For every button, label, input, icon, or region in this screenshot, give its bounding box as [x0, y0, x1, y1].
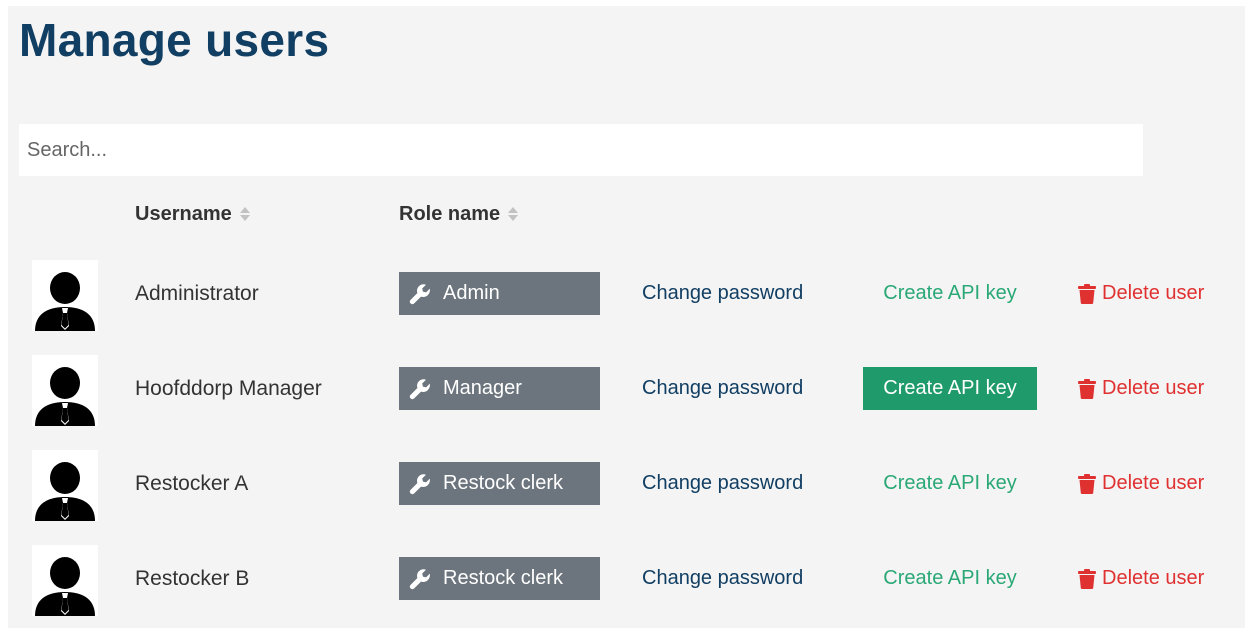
page-title: Manage users — [19, 14, 330, 66]
change-password-link[interactable]: Change password — [642, 462, 803, 505]
delete-user-label: Delete user — [1102, 282, 1205, 304]
role-badge: Admin — [399, 272, 600, 315]
role-name: Restock clerk — [443, 472, 564, 494]
delete-user-label: Delete user — [1102, 377, 1205, 399]
create-api-key-button[interactable]: Create API key — [863, 272, 1037, 315]
change-password-link[interactable]: Change password — [642, 557, 803, 600]
delete-user-button[interactable]: Delete user — [1078, 557, 1204, 600]
role-badge: Restock clerk — [399, 557, 600, 600]
role-name: Manager — [443, 377, 522, 399]
wrench-icon — [409, 378, 431, 400]
user-avatar-icon — [32, 545, 98, 616]
role-name: Admin — [443, 282, 500, 304]
column-header-role-label: Role name — [399, 203, 501, 225]
wrench-icon — [409, 283, 431, 305]
user-avatar-icon — [32, 260, 98, 331]
table-row: Administrator Admin Change password Crea… — [0, 260, 1245, 336]
role-name: Restock clerk — [443, 567, 564, 589]
username: Hoofddorp Manager — [135, 377, 322, 400]
role-badge: Restock clerk — [399, 462, 600, 505]
table-row: Hoofddorp Manager Manager Change passwor… — [0, 355, 1245, 431]
table-row: Restocker B Restock clerk Change passwor… — [0, 545, 1245, 621]
user-avatar-icon — [32, 450, 98, 521]
trash-icon — [1078, 283, 1096, 304]
delete-user-button[interactable]: Delete user — [1078, 272, 1204, 315]
column-header-role[interactable]: Role name — [399, 200, 519, 228]
create-api-key-button[interactable]: Create API key — [863, 557, 1037, 600]
trash-icon — [1078, 473, 1096, 494]
username: Restocker B — [135, 567, 250, 590]
username: Restocker A — [135, 472, 249, 495]
column-header-username[interactable]: Username — [135, 200, 250, 228]
role-badge: Manager — [399, 367, 600, 410]
sort-icon[interactable] — [508, 206, 519, 222]
trash-icon — [1078, 378, 1096, 399]
column-header-username-label: Username — [135, 203, 232, 225]
username: Administrator — [135, 282, 259, 305]
change-password-link[interactable]: Change password — [642, 272, 803, 315]
delete-user-label: Delete user — [1102, 567, 1205, 589]
delete-user-button[interactable]: Delete user — [1078, 367, 1204, 410]
table-row: Restocker A Restock clerk Change passwor… — [0, 450, 1245, 526]
wrench-icon — [409, 568, 431, 590]
change-password-link[interactable]: Change password — [642, 367, 803, 410]
create-api-key-button[interactable]: Create API key — [863, 367, 1037, 410]
create-api-key-button[interactable]: Create API key — [863, 462, 1037, 505]
user-avatar-icon — [32, 355, 98, 426]
search-input[interactable] — [19, 124, 1143, 176]
wrench-icon — [409, 473, 431, 495]
delete-user-label: Delete user — [1102, 472, 1205, 494]
delete-user-button[interactable]: Delete user — [1078, 462, 1204, 505]
trash-icon — [1078, 568, 1096, 589]
sort-icon[interactable] — [239, 206, 250, 222]
